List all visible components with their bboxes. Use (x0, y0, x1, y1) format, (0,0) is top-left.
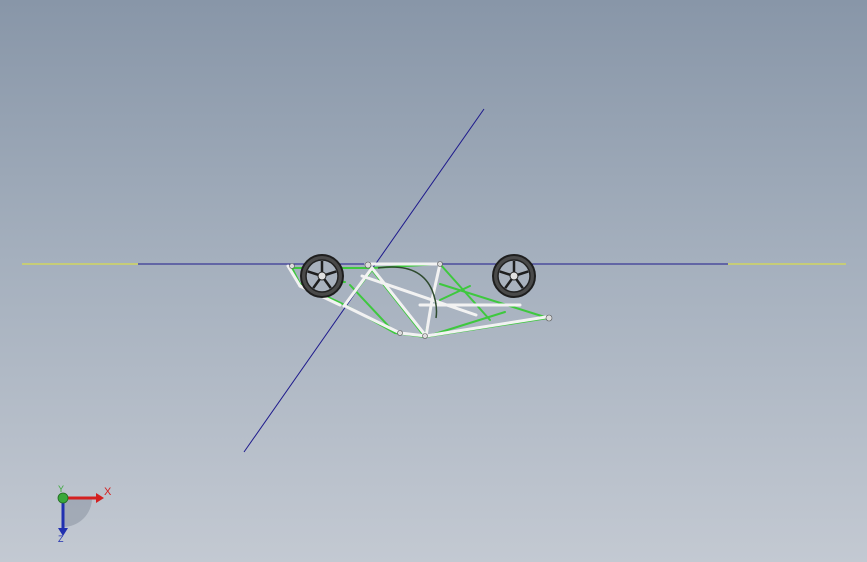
y-axis-label: Y (58, 484, 65, 494)
rear-wheel[interactable] (492, 254, 536, 298)
triad-axes-icon (57, 492, 104, 536)
z-axis-label: Z (58, 534, 64, 544)
front-wheel[interactable] (300, 254, 344, 298)
x-axis-label: X (104, 486, 112, 498)
orientation-triad[interactable]: X Y Z (44, 482, 124, 546)
model-scene[interactable] (0, 0, 867, 562)
graphics-viewport[interactable]: X Y Z (0, 0, 867, 562)
